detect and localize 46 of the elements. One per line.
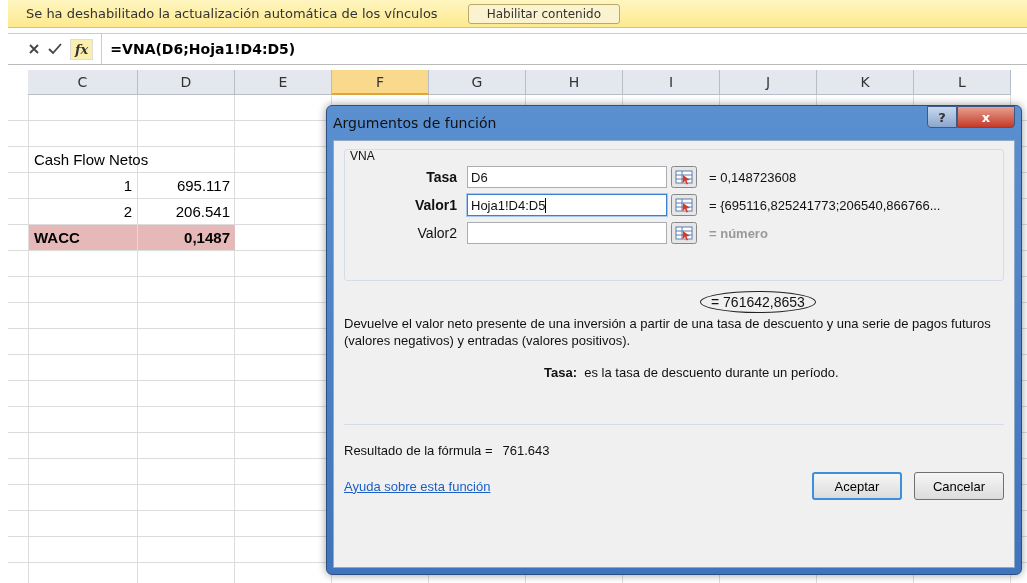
formula-result-label: Resultado de la fórmula =	[344, 443, 493, 458]
argument-field[interactable]: Hoja1!D4:D5	[467, 194, 667, 216]
formula-result-value: 761.643	[502, 443, 550, 458]
argument-label: Tasa	[425, 169, 458, 185]
column-header[interactable]: J	[720, 70, 817, 95]
table-cell-text: Cash Flow Netos	[33, 150, 150, 170]
dialog-button[interactable]: Cancelar	[914, 472, 1004, 500]
enable-content-button[interactable]: Habilitar contenido	[467, 3, 620, 24]
table-cell-text: 695.117	[175, 176, 231, 196]
dialog-button[interactable]: Aceptar	[812, 472, 902, 500]
column-header[interactable]: C	[28, 70, 138, 95]
function-description: Devuelve el valor neto presente de una inversión a partir de una tasa de descuento y una serie de pagos futuros (valores negativos) y entradas (valores positivos).	[344, 315, 992, 349]
column-header[interactable]: L	[914, 70, 1011, 95]
table-cell-text: 2	[122, 202, 133, 222]
argument-field[interactable]: D6	[467, 166, 667, 188]
table-cell: WACC	[29, 225, 137, 250]
argument-label: Valor2	[416, 225, 458, 241]
range-picker-icon[interactable]	[671, 166, 697, 188]
function-name: VNA	[350, 149, 375, 163]
column-header[interactable]: I	[623, 70, 720, 95]
argument-help: Tasa: es la tasa de descuento durante un período.	[544, 365, 840, 380]
cancel-icon[interactable]	[28, 43, 40, 55]
table-cell-text: 1	[122, 176, 133, 196]
column-header[interactable]: G	[429, 70, 526, 95]
enter-icon[interactable]	[48, 43, 62, 55]
table-cell-text: 206.541	[174, 202, 231, 222]
dialog-title: Argumentos de función	[333, 115, 497, 131]
help-button[interactable]: ?	[927, 106, 957, 128]
range-picker-icon[interactable]	[671, 222, 697, 244]
close-button[interactable]: x	[957, 106, 1015, 128]
argument-label: Valor1	[413, 197, 458, 213]
range-picker-icon[interactable]	[671, 194, 697, 216]
message-text: Se ha deshabilitado la actualización automática de los vínculos	[26, 6, 438, 21]
insert-function-button[interactable]: fx	[70, 38, 94, 60]
column-header[interactable]: H	[526, 70, 623, 95]
column-header[interactable]: E	[235, 70, 332, 95]
help-link[interactable]: Ayuda sobre esta función	[344, 478, 491, 494]
column-header[interactable]: K	[817, 70, 914, 95]
argument-result: = 0,148723608	[709, 169, 797, 185]
argument-field[interactable]	[467, 222, 667, 244]
formula-field[interactable]: =VNA(D6;Hoja1!D4:D5)	[101, 34, 1027, 64]
argument-result: = número	[709, 225, 768, 241]
argument-result: = {695116,825241773;206540,866766...	[709, 197, 941, 213]
column-header[interactable]: F	[332, 70, 429, 95]
column-header[interactable]: D	[138, 70, 235, 95]
table-cell: 0,1487	[138, 225, 235, 250]
